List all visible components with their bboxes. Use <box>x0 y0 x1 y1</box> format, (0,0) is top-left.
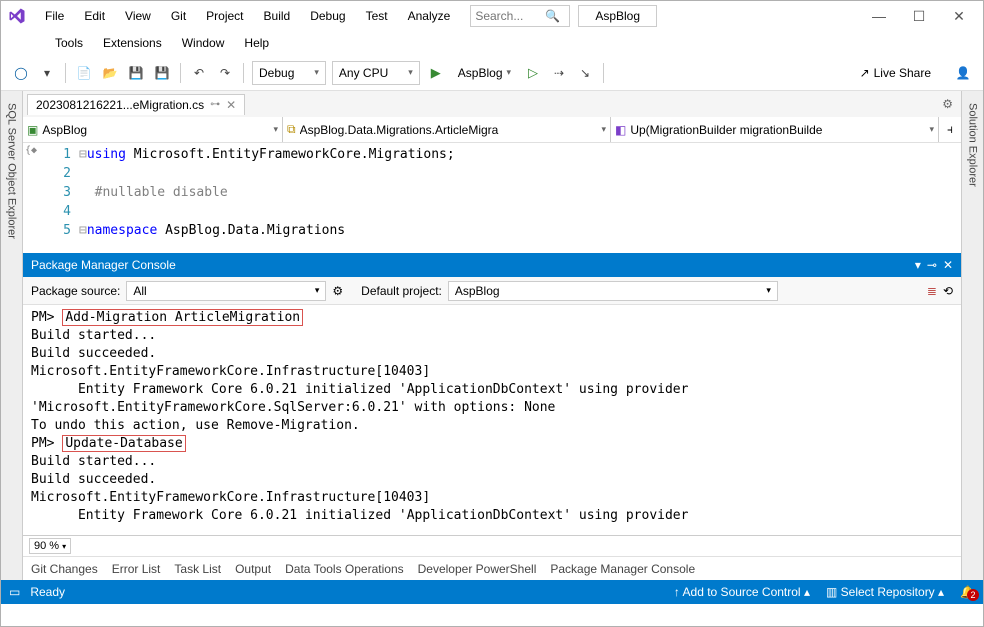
minimize-button[interactable]: — <box>859 1 899 31</box>
close-button[interactable]: ✕ <box>939 1 979 31</box>
redo-button[interactable]: ↷ <box>213 61 237 85</box>
hot-reload-icon[interactable]: ⇢ <box>547 61 571 85</box>
pkg-source-dropdown[interactable]: All▾ <box>126 281 326 301</box>
search-box[interactable]: 🔍 <box>470 5 570 27</box>
code-editor[interactable]: {◆ 12345 ⊟using Microsoft.EntityFramewor… <box>23 143 961 253</box>
pmc-footer: 90 % ▾ <box>23 535 961 556</box>
config-dropdown[interactable]: Debug▾ <box>252 61 326 85</box>
menu-row-2: Tools Extensions Window Help <box>1 31 983 55</box>
run-target-dropdown[interactable]: AspBlog▾ <box>452 61 517 85</box>
menu-extensions[interactable]: Extensions <box>95 34 170 52</box>
solution-name[interactable]: AspBlog <box>578 5 657 27</box>
bottom-tabs: Git Changes Error List Task List Output … <box>23 556 961 580</box>
status-indicator-icon[interactable]: ▭ <box>9 585 20 599</box>
tab-pmc[interactable]: Package Manager Console <box>550 562 695 576</box>
tab-output[interactable]: Output <box>235 562 271 576</box>
nav-class[interactable]: ⧉ AspBlog.Data.Migrations.ArticleMigra▾ <box>283 117 611 142</box>
menu-debug[interactable]: Debug <box>302 5 353 27</box>
menu-row-1: File Edit View Git Project Build Debug T… <box>37 5 458 27</box>
notifications-button[interactable]: 🔔 2 <box>960 585 975 599</box>
menu-build[interactable]: Build <box>256 5 299 27</box>
menu-help[interactable]: Help <box>236 34 277 52</box>
method-icon: ◧ <box>615 123 626 137</box>
sql-explorer-tab[interactable]: SQL Server Object Explorer <box>4 97 20 245</box>
save-button[interactable]: 💾 <box>124 61 148 85</box>
line-gutter: 12345 <box>39 143 79 253</box>
statusbar: ▭ Ready ↑ Add to Source Control ▴ ▥ Sele… <box>1 580 983 604</box>
tabs-gear-icon[interactable]: ⚙ <box>942 97 953 111</box>
menu-edit[interactable]: Edit <box>76 5 113 27</box>
liveshare-button[interactable]: ↗ Live Share <box>854 66 937 80</box>
menu-tools[interactable]: Tools <box>47 34 91 52</box>
menu-view[interactable]: View <box>117 5 159 27</box>
right-sidebar: Solution Explorer <box>961 91 983 580</box>
pmc-console-output[interactable]: PM> Add-Migration ArticleMigrationBuild … <box>23 305 961 535</box>
pmc-toolbar: Package source: All▾ ⚙ Default project: … <box>23 277 961 305</box>
account-icon[interactable]: 👤 <box>951 61 975 85</box>
search-icon[interactable]: 🔍 <box>545 9 560 23</box>
nav-back-button[interactable]: ◯ <box>9 61 33 85</box>
code-content[interactable]: ⊟using Microsoft.EntityFrameworkCore.Mig… <box>79 143 961 253</box>
new-button[interactable]: 📄 <box>72 61 96 85</box>
default-proj-dropdown[interactable]: AspBlog▾ <box>448 281 778 301</box>
search-input[interactable] <box>475 9 545 23</box>
vs-logo-icon[interactable] <box>5 4 29 28</box>
menu-git[interactable]: Git <box>163 5 194 27</box>
menu-file[interactable]: File <box>37 5 72 27</box>
pin-icon[interactable]: ⊶ <box>210 99 220 110</box>
status-ready: Ready <box>30 585 65 599</box>
pmc-pin-icon[interactable]: ⊸ <box>927 258 937 272</box>
notif-badge: 2 <box>967 589 979 601</box>
menu-project[interactable]: Project <box>198 5 251 27</box>
nav-fwd-button[interactable]: ▾ <box>35 61 59 85</box>
pmc-list-icon[interactable]: ≣ <box>927 284 937 298</box>
menu-analyze[interactable]: Analyze <box>400 5 459 27</box>
tab-task-list[interactable]: Task List <box>174 562 221 576</box>
class-icon: ⧉ <box>287 122 296 137</box>
share-icon: ↗ <box>860 66 870 80</box>
menu-test[interactable]: Test <box>358 5 396 27</box>
undo-button[interactable]: ↶ <box>187 61 211 85</box>
editor-tab-active[interactable]: 2023081216221...eMigration.cs ⊶ ✕ <box>27 94 245 115</box>
tab-git-changes[interactable]: Git Changes <box>31 562 98 576</box>
pmc-panel: Package Manager Console ▾ ⊸ ✕ Package so… <box>23 253 961 556</box>
solution-explorer-tab[interactable]: Solution Explorer <box>965 97 981 193</box>
pmc-dropdown-icon[interactable]: ▾ <box>915 258 921 272</box>
nav-method[interactable]: ◧ Up(MigrationBuilder migrationBuilde▾ <box>611 117 939 142</box>
select-repository[interactable]: ▥ Select Repository ▴ <box>826 585 944 599</box>
tab-dev-powershell[interactable]: Developer PowerShell <box>418 562 537 576</box>
saveall-button[interactable]: 💾 <box>150 61 174 85</box>
outline-toggle-icon[interactable]: {◆ <box>25 145 37 156</box>
pmc-settings-icon[interactable]: ⚙ <box>332 284 343 298</box>
zoom-dropdown[interactable]: 90 % ▾ <box>29 538 71 554</box>
tab-data-tools[interactable]: Data Tools Operations <box>285 562 404 576</box>
close-tab-icon[interactable]: ✕ <box>226 98 236 112</box>
start-debug-button[interactable]: ▶ <box>424 61 448 85</box>
nav-bar: ▣ AspBlog▾ ⧉ AspBlog.Data.Migrations.Art… <box>23 117 961 143</box>
nav-project[interactable]: ▣ AspBlog▾ <box>23 117 283 142</box>
default-proj-label: Default project: <box>361 284 442 298</box>
pmc-close-icon[interactable]: ✕ <box>943 258 953 272</box>
csharp-icon: ▣ <box>27 123 38 137</box>
nav-split-icon[interactable]: ⫞ <box>939 117 961 142</box>
start-nodebug-button[interactable]: ▷ <box>521 61 545 85</box>
pkg-source-label: Package source: <box>31 284 120 298</box>
main-toolbar: ◯ ▾ 📄 📂 💾 💾 ↶ ↷ Debug▾ Any CPU▾ ▶ AspBlo… <box>1 55 983 91</box>
tab-error-list[interactable]: Error List <box>112 562 161 576</box>
pmc-clear-icon[interactable]: ⟲ <box>943 284 953 298</box>
step-icon[interactable]: ↘ <box>573 61 597 85</box>
menu-window[interactable]: Window <box>174 34 233 52</box>
open-button[interactable]: 📂 <box>98 61 122 85</box>
left-sidebar: SQL Server Object Explorer <box>1 91 23 580</box>
editor-tabs: 2023081216221...eMigration.cs ⊶ ✕ ⚙ <box>23 91 961 117</box>
pmc-titlebar[interactable]: Package Manager Console ▾ ⊸ ✕ <box>23 253 961 277</box>
maximize-button[interactable]: ☐ <box>899 1 939 31</box>
platform-dropdown[interactable]: Any CPU▾ <box>332 61 420 85</box>
add-source-control[interactable]: ↑ Add to Source Control ▴ <box>674 585 810 599</box>
